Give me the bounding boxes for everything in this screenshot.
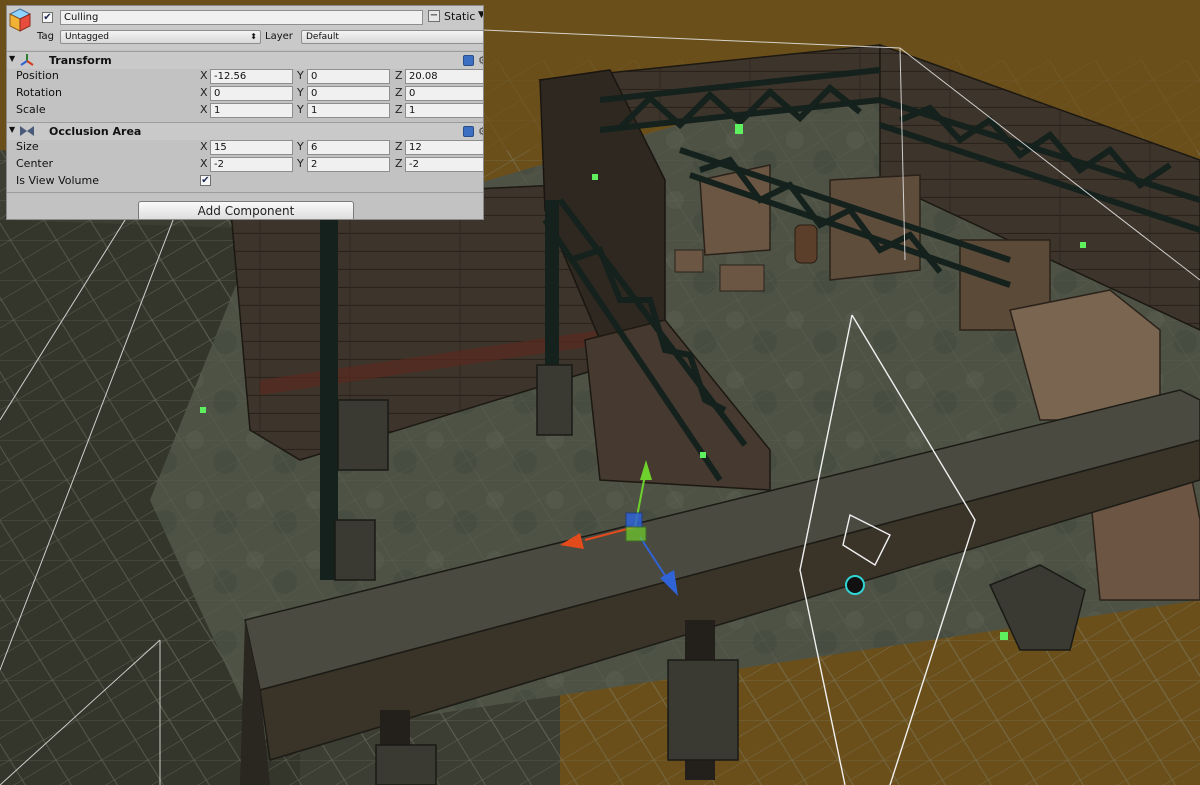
position-label: Position xyxy=(16,69,59,82)
scale-z-field[interactable]: 1 xyxy=(405,103,483,118)
cube-icon xyxy=(9,8,31,32)
axis-z-label: Z xyxy=(395,86,403,99)
barrel xyxy=(794,224,818,264)
occlusion-area-title: Occlusion Area xyxy=(49,125,142,138)
occlusion-area-header[interactable]: ▼ Occlusion Area ⚙ xyxy=(7,122,483,140)
size-x-field[interactable]: 15 xyxy=(210,140,293,155)
axis-y-label: Y xyxy=(297,86,304,99)
tag-label: Tag xyxy=(37,31,54,42)
checkmark-icon: ✔ xyxy=(201,175,210,186)
scale-y-field[interactable]: 1 xyxy=(307,103,390,118)
center-z-field[interactable]: -2 xyxy=(405,157,483,172)
rotation-z-field[interactable]: 0 xyxy=(405,86,483,101)
small-box xyxy=(674,249,704,273)
help-icon[interactable] xyxy=(463,126,474,137)
active-checkbox[interactable]: ✔ xyxy=(42,12,53,23)
probe-marker xyxy=(735,124,743,134)
transform-axes-icon xyxy=(20,54,34,66)
occlusion-area-icon xyxy=(20,126,34,136)
center-row: Center X -2 Y 2 Z -2 xyxy=(7,156,483,173)
axis-x-label: X xyxy=(200,140,208,153)
probe-marker xyxy=(700,452,706,458)
axis-y-label: Y xyxy=(297,69,304,82)
inspector-panel: ✔ Culling − Static ▼ Tag Untagged ⬍ Layer… xyxy=(6,5,484,220)
dropdown-arrow-icon: ⬍ xyxy=(250,32,257,41)
add-component-button[interactable]: Add Component xyxy=(138,201,354,219)
tag-value: Untagged xyxy=(65,32,110,42)
checkmark-icon: ✔ xyxy=(43,12,52,23)
position-row: Position X -12.56 Y 0 Z 20.08 xyxy=(7,68,483,85)
object-header: ✔ Culling − Static ▼ Tag Untagged ⬍ Layer… xyxy=(7,6,483,50)
divider xyxy=(7,192,483,193)
pillar-base xyxy=(334,519,376,581)
axis-z-label: Z xyxy=(395,140,403,153)
rotation-y-field[interactable]: 0 xyxy=(307,86,390,101)
position-x-field[interactable]: -12.56 xyxy=(210,69,293,84)
layer-dropdown[interactable]: Default xyxy=(301,30,483,44)
tag-dropdown[interactable]: Untagged ⬍ xyxy=(60,30,261,44)
axis-z-label: Z xyxy=(395,157,403,170)
help-icon[interactable] xyxy=(463,55,474,66)
object-name-field[interactable]: Culling xyxy=(60,10,423,25)
axis-x-label: X xyxy=(200,103,208,116)
axis-x-label: X xyxy=(200,157,208,170)
pillar-base xyxy=(536,364,573,436)
pillar-base xyxy=(337,399,389,471)
scale-label: Scale xyxy=(16,103,46,116)
probe-marker xyxy=(592,174,598,180)
probe-marker xyxy=(1000,632,1008,640)
size-z-field[interactable]: 12 xyxy=(405,140,483,155)
view-volume-row: Is View Volume ✔ xyxy=(7,173,483,190)
small-box xyxy=(719,264,765,292)
scale-x-field[interactable]: 1 xyxy=(210,103,293,118)
axis-y-label: Y xyxy=(297,103,304,116)
foldout-arrow-icon[interactable]: ▼ xyxy=(9,54,15,63)
position-z-field[interactable]: 20.08 xyxy=(405,69,483,84)
axis-z-label: Z xyxy=(395,103,403,116)
layer-label: Layer xyxy=(265,31,293,42)
static-label: Static xyxy=(444,10,476,23)
foldout-arrow-icon[interactable]: ▼ xyxy=(9,125,15,134)
position-y-field[interactable]: 0 xyxy=(307,69,390,84)
rotation-x-field[interactable]: 0 xyxy=(210,86,293,101)
axis-y-label: Y xyxy=(297,157,304,170)
static-toggle[interactable]: − xyxy=(428,10,440,22)
rotation-row: Rotation X 0 Y 0 Z 0 xyxy=(7,85,483,102)
view-volume-label: Is View Volume xyxy=(16,174,99,187)
transform-header[interactable]: ▼ Transform ⚙ xyxy=(7,51,483,69)
dropdown-arrow-icon[interactable]: ▼ xyxy=(478,10,483,20)
axis-x-label: X xyxy=(200,69,208,82)
axis-y-label: Y xyxy=(297,140,304,153)
axis-z-label: Z xyxy=(395,69,403,82)
view-volume-checkbox[interactable]: ✔ xyxy=(200,175,211,186)
size-label: Size xyxy=(16,140,39,153)
size-row: Size X 15 Y 6 Z 12 xyxy=(7,139,483,156)
center-x-field[interactable]: -2 xyxy=(210,157,293,172)
gear-icon[interactable]: ⚙ xyxy=(478,55,483,66)
probe-marker xyxy=(1080,242,1086,248)
size-y-field[interactable]: 6 xyxy=(307,140,390,155)
camera-icon xyxy=(845,575,865,595)
axis-x-label: X xyxy=(200,86,208,99)
center-y-field[interactable]: 2 xyxy=(307,157,390,172)
probe-marker xyxy=(200,407,206,413)
scale-row: Scale X 1 Y 1 Z 1 xyxy=(7,102,483,119)
front-pillar-base xyxy=(375,744,437,785)
gear-icon[interactable]: ⚙ xyxy=(478,126,483,137)
layer-value: Default xyxy=(306,32,339,42)
transform-title: Transform xyxy=(49,54,112,67)
rotation-label: Rotation xyxy=(16,86,63,99)
pillar xyxy=(545,200,559,380)
front-pillar-base xyxy=(667,659,739,761)
center-label: Center xyxy=(16,157,54,170)
